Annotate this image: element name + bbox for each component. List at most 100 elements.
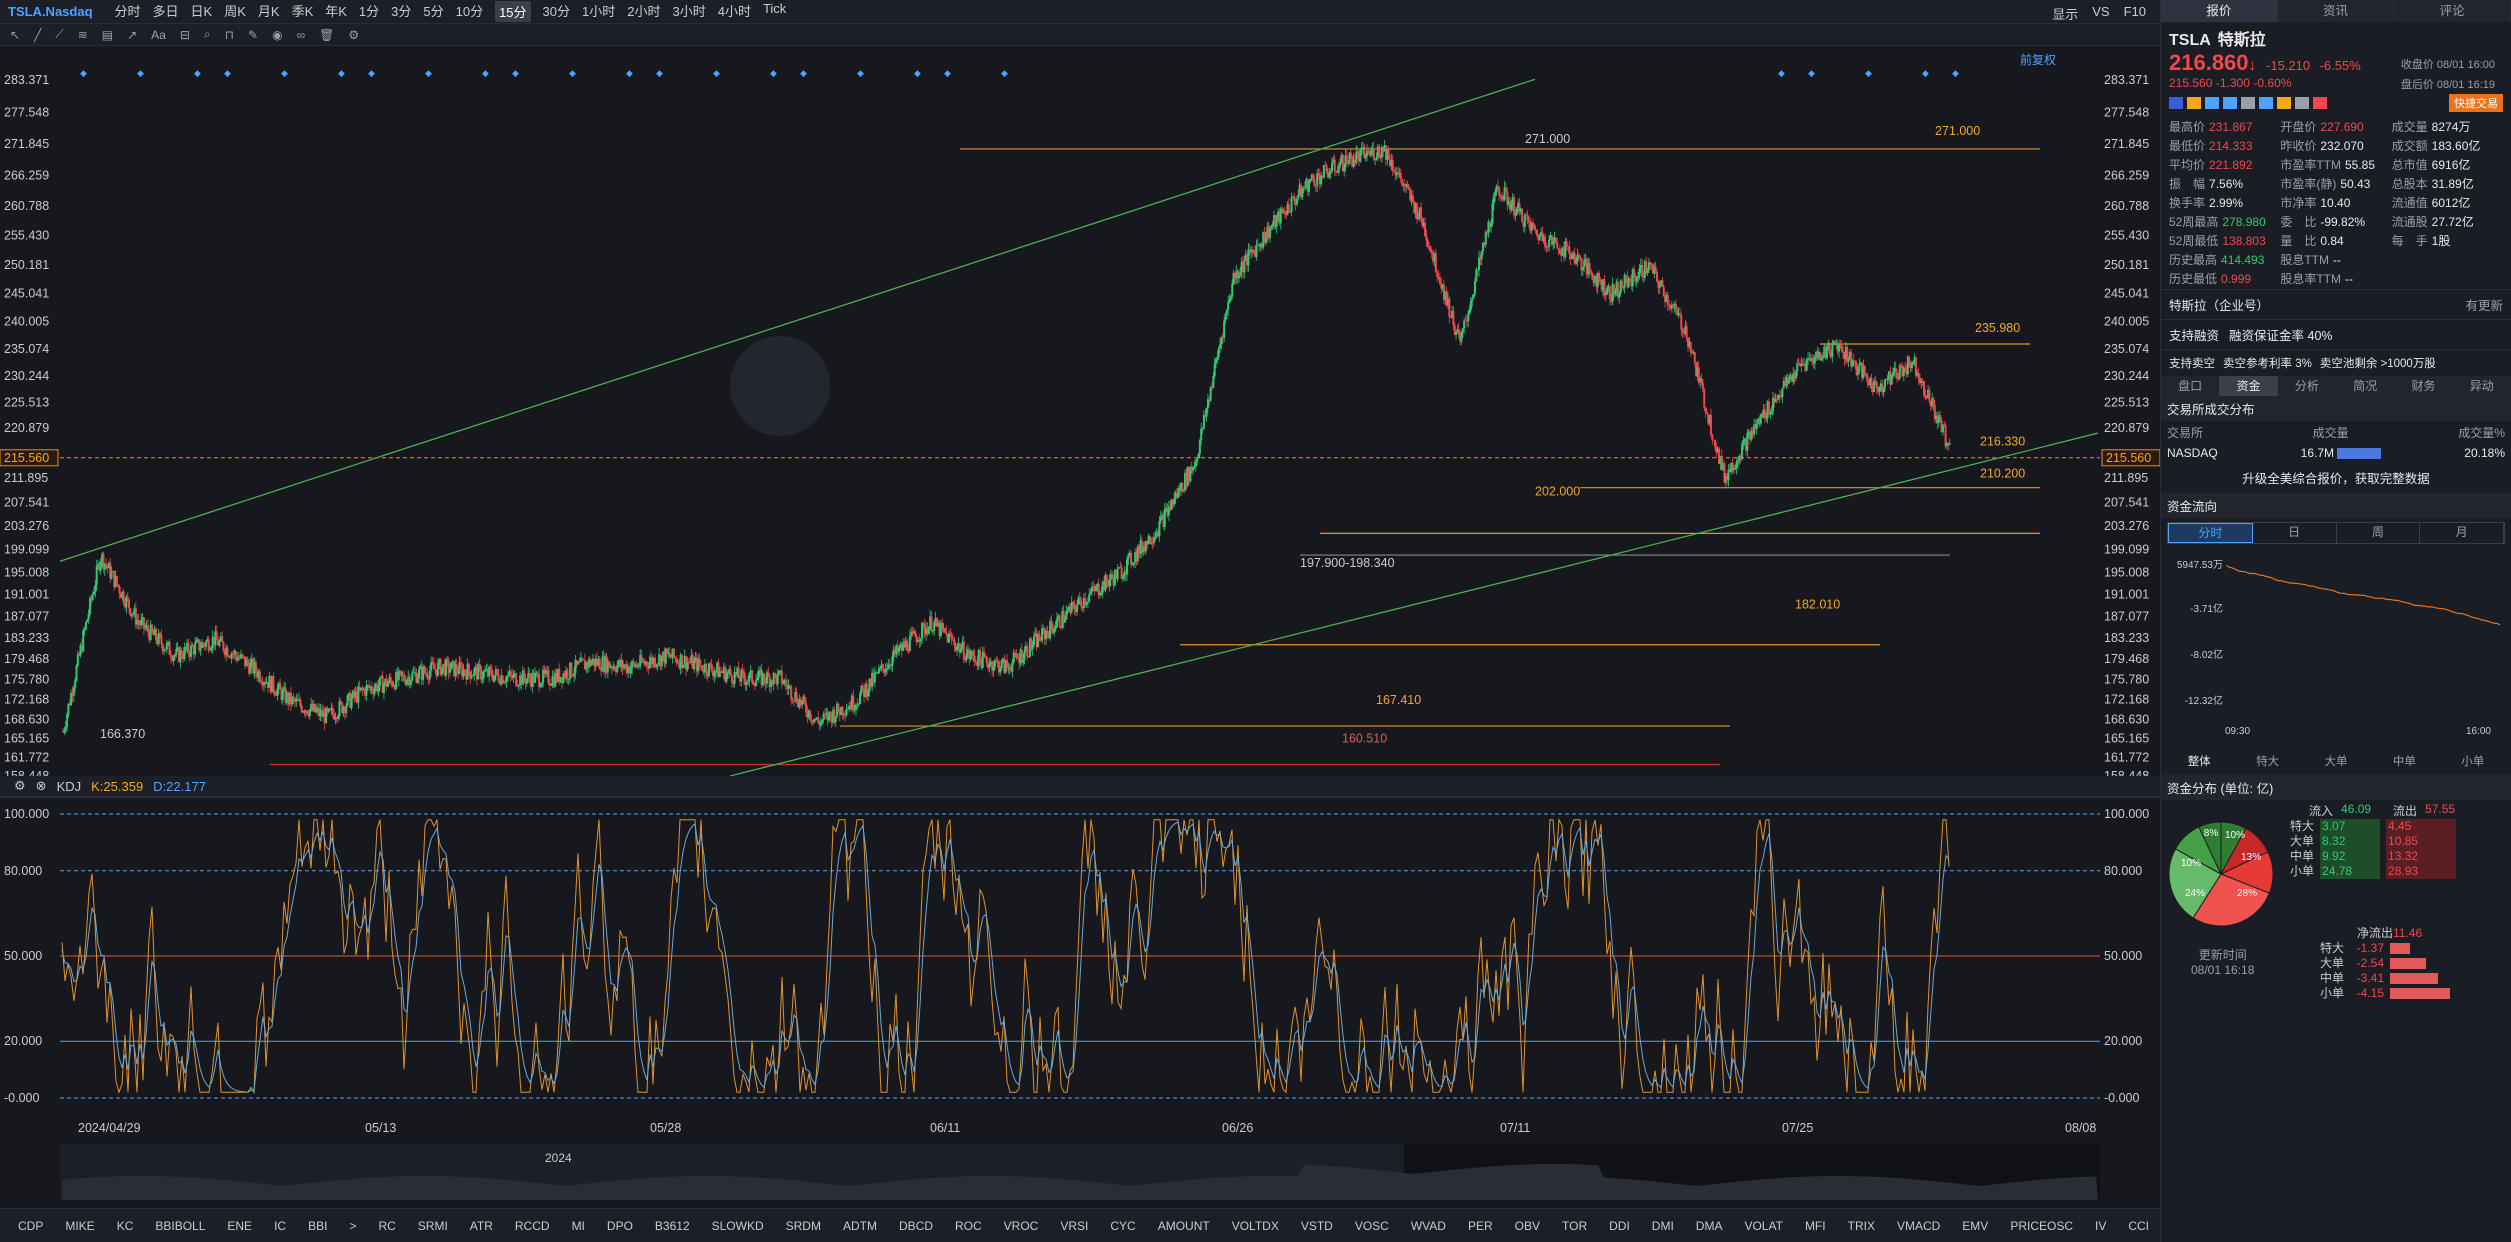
zoom-icon[interactable]: ⌕ — [204, 27, 211, 42]
price-annotation[interactable]: 160.510 — [1342, 732, 1387, 746]
display-menu[interactable]: 显示 — [2052, 4, 2078, 23]
brush-icon[interactable]: ✎ — [248, 28, 258, 42]
adjust-mode-label[interactable]: 前复权 — [2020, 52, 2056, 67]
indicator-40[interactable]: IV — [2095, 1219, 2106, 1233]
price-annotation[interactable]: 182.010 — [1795, 598, 1840, 612]
timeframe-5[interactable]: 季K — [292, 1, 314, 22]
timeframe-16[interactable]: 4小时 — [718, 1, 751, 22]
text-tool-icon[interactable]: Aa — [151, 28, 166, 42]
flow-legend-0[interactable]: 整体 — [2188, 753, 2211, 769]
indicator-38[interactable]: EMV — [1962, 1219, 1988, 1233]
timeframe-14[interactable]: 2小时 — [627, 1, 660, 22]
indicator-24[interactable]: VOLTDX — [1232, 1219, 1279, 1233]
sub-tab-4[interactable]: 财务 — [2394, 376, 2452, 396]
indicator-1[interactable]: MIKE — [65, 1219, 94, 1233]
indicator-31[interactable]: DDI — [1609, 1219, 1630, 1233]
company-update[interactable]: 有更新 — [2465, 295, 2503, 314]
settings-icon[interactable]: ⚙ — [348, 28, 359, 42]
indicator-41[interactable]: CCI — [2128, 1219, 2149, 1233]
price-chart[interactable]: 283.371 283.371 277.548 277.548 271.845 271.8… — [0, 46, 2160, 1208]
indicator-26[interactable]: VOSC — [1355, 1219, 1389, 1233]
timeframe-15[interactable]: 3小时 — [672, 1, 705, 22]
line-tool-icon[interactable]: ╱ — [34, 28, 41, 42]
timeframe-10[interactable]: 10分 — [456, 1, 483, 22]
measure-icon[interactable]: ⊟ — [180, 28, 190, 42]
trend-tool-icon[interactable]: ⟋ — [55, 27, 63, 42]
indicator-4[interactable]: ENE — [227, 1219, 252, 1233]
indicator-8[interactable]: RC — [378, 1219, 395, 1233]
price-annotation[interactable]: 202.000 — [1535, 484, 1580, 498]
flow-tab-2[interactable]: 周 — [2337, 523, 2421, 543]
flow-legend-2[interactable]: 大单 — [2324, 753, 2347, 769]
indicator-22[interactable]: CYC — [1110, 1219, 1135, 1233]
timeframe-13[interactable]: 1小时 — [582, 1, 615, 22]
indicator-21[interactable]: VRSI — [1060, 1219, 1088, 1233]
right-tab-2[interactable]: 评论 — [2394, 0, 2511, 22]
indicator-32[interactable]: DMI — [1652, 1219, 1674, 1233]
trash-icon[interactable]: 🗑 — [319, 28, 334, 42]
timeframe-2[interactable]: 日K — [191, 1, 213, 22]
flow-legend-4[interactable]: 小单 — [2461, 753, 2484, 769]
price-annotation[interactable]: 216.330 — [1980, 435, 2025, 449]
timeframe-6[interactable]: 年K — [325, 1, 347, 22]
indicator-0[interactable]: CDP — [18, 1219, 43, 1233]
note-icon[interactable] — [2295, 97, 2309, 109]
indicator-30[interactable]: TOR — [1562, 1219, 1587, 1233]
heart-icon[interactable] — [2313, 97, 2327, 109]
sub-tab-0[interactable]: 盘口 — [2161, 376, 2219, 396]
kdj-name[interactable]: KDJ — [57, 779, 82, 794]
chart-icon[interactable] — [2187, 97, 2201, 109]
sub-tab-1[interactable]: 资金 — [2219, 376, 2277, 396]
indicator-13[interactable]: DPO — [607, 1219, 633, 1233]
timeframe-4[interactable]: 月K — [258, 1, 280, 22]
grid-icon[interactable] — [2241, 97, 2255, 109]
indicator-9[interactable]: SRMI — [418, 1219, 448, 1233]
timeframe-1[interactable]: 多日 — [153, 1, 179, 22]
fib-tool-icon[interactable]: ▤ — [102, 28, 113, 42]
indicator-35[interactable]: MFI — [1805, 1219, 1826, 1233]
indicator-25[interactable]: VSTD — [1301, 1219, 1333, 1233]
indicator-39[interactable]: PRICEOSC — [2010, 1219, 2073, 1233]
flow-tab-3[interactable]: 月 — [2420, 523, 2504, 543]
f10-button[interactable]: F10 — [2124, 4, 2146, 23]
price-annotation[interactable]: 166.370 — [100, 727, 145, 741]
indicator-6[interactable]: BBI — [308, 1219, 327, 1233]
flow-tab-0[interactable]: 分时 — [2168, 523, 2253, 543]
quick-trade-button[interactable]: 快捷交易 — [2449, 94, 2503, 112]
flow-legend-1[interactable]: 特大 — [2256, 753, 2279, 769]
timeframe-0[interactable]: 分时 — [115, 1, 141, 22]
indicator-23[interactable]: AMOUNT — [1158, 1219, 1210, 1233]
arrow-tool-icon[interactable]: ↗ — [127, 28, 137, 42]
timeframe-11[interactable]: 15分 — [495, 1, 530, 22]
indicator-27[interactable]: WVAD — [1411, 1219, 1446, 1233]
vs-button[interactable]: VS — [2092, 4, 2109, 23]
timeframe-3[interactable]: 周K — [224, 1, 246, 22]
indicator-36[interactable]: TRIX — [1848, 1219, 1875, 1233]
sub-tab-2[interactable]: 分析 — [2278, 376, 2336, 396]
share-icon[interactable] — [2259, 97, 2273, 109]
indicator-20[interactable]: VROC — [1004, 1219, 1039, 1233]
indicator-5[interactable]: IC — [274, 1219, 286, 1233]
indicator-15[interactable]: SLOWKD — [712, 1219, 764, 1233]
company-name[interactable]: 特斯拉（企业号） — [2169, 295, 2269, 314]
symbol-label[interactable]: TSLA.Nasdaq — [8, 4, 93, 19]
close-icon[interactable]: ⊗ — [36, 778, 47, 794]
price-annotation[interactable]: 271.000 — [1935, 124, 1980, 138]
price-annotation[interactable]: 271.000 — [1525, 132, 1570, 146]
timeframe-7[interactable]: 1分 — [359, 1, 379, 22]
sub-tab-5[interactable]: 异动 — [2453, 376, 2511, 396]
right-tab-1[interactable]: 资讯 — [2278, 0, 2395, 22]
indicator-29[interactable]: OBV — [1515, 1219, 1540, 1233]
indicator-19[interactable]: ROC — [955, 1219, 982, 1233]
link-icon[interactable]: ∞ — [297, 28, 306, 42]
alert-icon[interactable] — [2277, 97, 2291, 109]
indicator-37[interactable]: VMACD — [1897, 1219, 1940, 1233]
indicator-34[interactable]: VOLAT — [1744, 1219, 1782, 1233]
indicator-12[interactable]: MI — [572, 1219, 585, 1233]
gear-icon[interactable]: ⚙ — [14, 778, 26, 794]
timeframe-12[interactable]: 30分 — [543, 1, 570, 22]
calendar-icon[interactable] — [2223, 97, 2237, 109]
indicator-7[interactable]: > — [349, 1219, 356, 1233]
timeframe-8[interactable]: 3分 — [391, 1, 411, 22]
indicator-10[interactable]: ATR — [470, 1219, 493, 1233]
